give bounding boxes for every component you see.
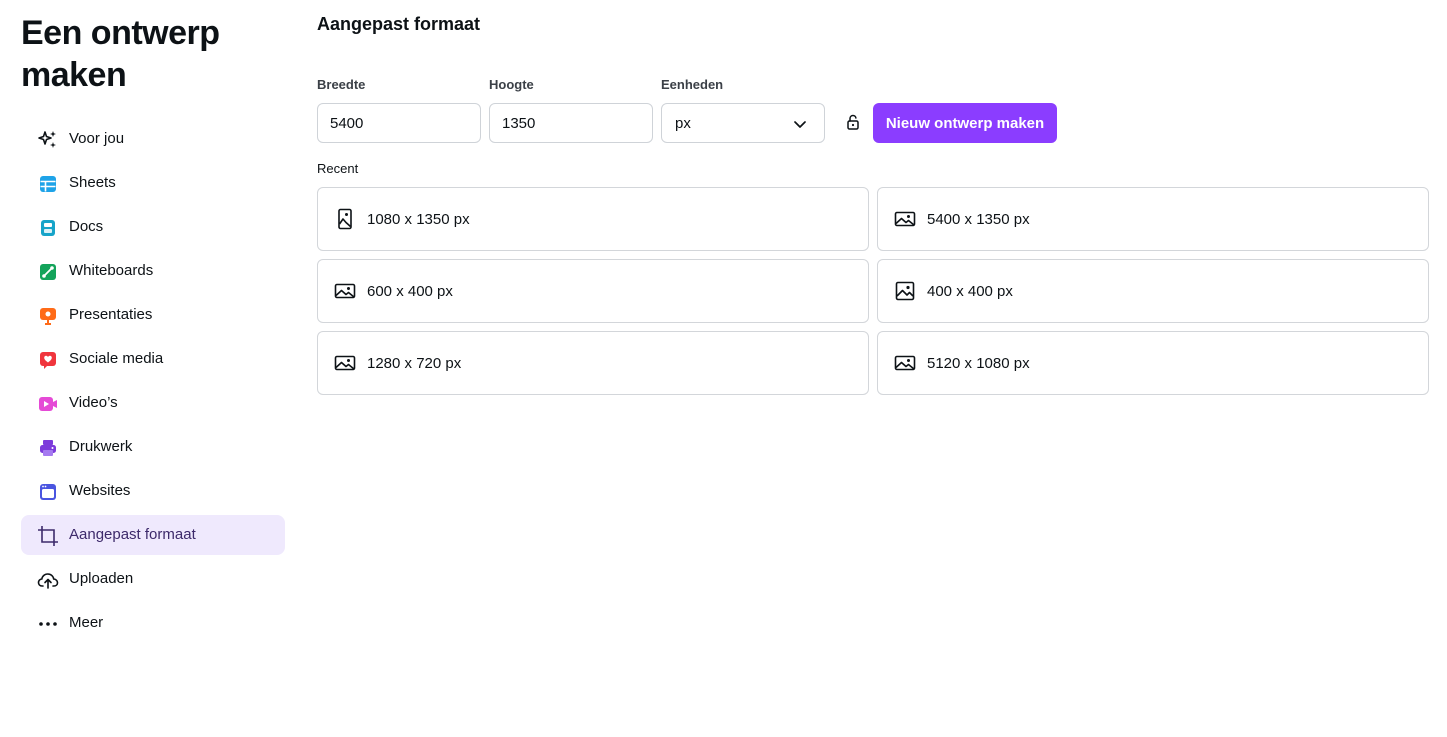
page-title: Een ontwerp maken	[21, 14, 220, 94]
landscape-image-icon	[894, 352, 916, 374]
width-label: Breedte	[317, 77, 366, 92]
sidebar-item-label: Presentaties	[69, 306, 153, 323]
custom-size-icon	[37, 525, 59, 547]
sidebar-item-label: Meer	[69, 614, 104, 631]
video-icon	[37, 393, 59, 415]
sidebar-item-label: Docs	[69, 218, 104, 235]
sidebar-item-sociale-media[interactable]: Sociale media	[21, 339, 285, 379]
sparkles-icon	[37, 129, 59, 151]
landscape-image-icon	[334, 352, 356, 374]
recent-label: Recent	[317, 161, 359, 176]
landscape-image-icon	[334, 280, 356, 302]
units-select-value: px	[675, 115, 691, 132]
recent-size-card[interactable]: 1080 x 1350 px	[317, 187, 869, 251]
sheets-icon	[37, 173, 59, 195]
social-media-icon	[37, 349, 59, 371]
landscape-image-icon	[894, 208, 916, 230]
sidebar-item-label: Aangepast formaat	[69, 526, 196, 543]
sidebar-item-sheets[interactable]: Sheets	[21, 163, 285, 203]
print-icon	[37, 437, 59, 459]
sidebar-item-whiteboards[interactable]: Whiteboards	[21, 251, 285, 291]
sidebar-item-label: Websites	[69, 482, 131, 499]
sidebar-item-docs[interactable]: Docs	[21, 207, 285, 247]
recent-size-card[interactable]: 400 x 400 px	[877, 259, 1429, 323]
section-heading: Aangepast formaat	[317, 14, 481, 34]
sidebar-item-label: Whiteboards	[69, 262, 154, 279]
sidebar-item-meer[interactable]: Meer	[21, 603, 285, 643]
sidebar-item-voor-jou[interactable]: Voor jou	[21, 119, 285, 159]
lock-aspect-ratio-icon[interactable]	[843, 112, 863, 132]
sidebar-item-uploaden[interactable]: Uploaden	[21, 559, 285, 599]
recent-size-label: 5400 x 1350 px	[927, 211, 1030, 228]
upload-cloud-icon	[37, 569, 59, 591]
recent-size-label: 5120 x 1080 px	[927, 355, 1030, 372]
units-label: Eenheden	[661, 77, 724, 92]
sidebar-item-label: Sheets	[69, 174, 116, 191]
square-image-icon	[894, 280, 916, 302]
sidebar-nav: Voor jou Sheets Docs Whiteboards Present…	[21, 119, 285, 647]
sidebar-item-label: Voor jou	[69, 130, 125, 147]
height-label: Hoogte	[489, 77, 534, 92]
whiteboards-icon	[37, 261, 59, 283]
chevron-down-icon	[792, 116, 808, 132]
sidebar-item-drukwerk[interactable]: Drukwerk	[21, 427, 285, 467]
portrait-image-icon	[334, 208, 356, 230]
recent-size-card[interactable]: 1280 x 720 px	[317, 331, 869, 395]
sidebar-item-presentaties[interactable]: Presentaties	[21, 295, 285, 335]
sidebar-item-label: Drukwerk	[69, 438, 133, 455]
websites-icon	[37, 481, 59, 503]
sidebar-item-websites[interactable]: Websites	[21, 471, 285, 511]
sidebar-item-label: Video’s	[69, 394, 118, 411]
sidebar-item-label: Sociale media	[69, 350, 164, 367]
recent-size-label: 1080 x 1350 px	[367, 211, 470, 228]
height-input[interactable]	[489, 103, 653, 143]
recent-size-card[interactable]: 600 x 400 px	[317, 259, 869, 323]
recent-size-label: 600 x 400 px	[367, 283, 453, 300]
recent-size-card[interactable]: 5120 x 1080 px	[877, 331, 1429, 395]
recent-size-card[interactable]: 5400 x 1350 px	[877, 187, 1429, 251]
sidebar-item-aangepast-formaat[interactable]: Aangepast formaat	[21, 515, 285, 555]
docs-icon	[37, 217, 59, 239]
width-input[interactable]	[317, 103, 481, 143]
recent-size-label: 1280 x 720 px	[367, 355, 462, 372]
recent-size-label: 400 x 400 px	[927, 283, 1013, 300]
units-select[interactable]: px	[661, 103, 825, 143]
presentations-icon	[37, 305, 59, 327]
more-icon	[37, 613, 59, 635]
sidebar-item-videos[interactable]: Video’s	[21, 383, 285, 423]
create-design-button[interactable]: Nieuw ontwerp maken	[873, 103, 1057, 143]
sidebar-item-label: Uploaden	[69, 570, 134, 587]
